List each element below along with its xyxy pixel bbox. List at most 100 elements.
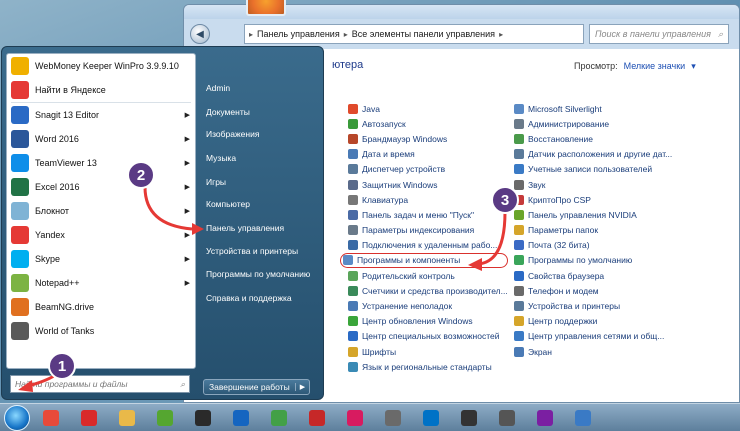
control-panel-item[interactable]: Защитник Windows bbox=[348, 177, 508, 192]
start-menu-program[interactable]: Блокнот ▶ bbox=[7, 199, 195, 223]
taskbar-button[interactable] bbox=[262, 406, 296, 430]
chevron-right-icon[interactable]: ▶ bbox=[185, 255, 190, 263]
start-menu-link[interactable]: Admin bbox=[206, 83, 230, 93]
start-menu-link[interactable]: Программы по умолчанию bbox=[206, 269, 310, 279]
start-menu-link[interactable]: Игры bbox=[206, 177, 226, 187]
chevron-right-icon[interactable]: ▶ bbox=[294, 383, 309, 391]
taskbar-button[interactable] bbox=[528, 406, 562, 430]
item-label: Диспетчер устройств bbox=[362, 164, 446, 175]
start-menu-program[interactable]: BeamNG.drive bbox=[7, 295, 195, 319]
taskbar-button[interactable] bbox=[72, 406, 106, 430]
control-panel-item[interactable]: Почта (32 бита) bbox=[514, 238, 672, 253]
control-panel-item[interactable]: Microsoft Silverlight bbox=[514, 101, 672, 116]
start-menu-link[interactable]: Музыка bbox=[206, 153, 236, 163]
control-panel-item[interactable]: Телефон и модем bbox=[514, 283, 672, 298]
start-menu-program[interactable]: Skype ▶ bbox=[7, 247, 195, 271]
control-panel-item[interactable]: Программы и компоненты bbox=[340, 252, 508, 269]
taskbar-button[interactable] bbox=[300, 406, 334, 430]
control-panel-item[interactable]: Учетные записи пользователей bbox=[514, 162, 672, 177]
control-panel-item[interactable]: Счетчики и средства производител... bbox=[348, 283, 508, 298]
start-menu-link[interactable]: Справка и поддержка bbox=[206, 293, 292, 303]
chevron-right-icon[interactable]: ▶ bbox=[185, 159, 190, 167]
start-menu-program[interactable]: WebMoney Keeper WinPro 3.9.9.10 bbox=[7, 54, 195, 78]
start-button[interactable] bbox=[4, 404, 30, 431]
breadcrumb-all-items[interactable]: Все элементы панели управления bbox=[352, 29, 495, 39]
item-icon bbox=[514, 179, 524, 190]
control-panel-item[interactable]: Дата и время bbox=[348, 147, 508, 162]
taskbar-button[interactable] bbox=[566, 406, 600, 430]
control-panel-item[interactable]: Центр обновления Windows bbox=[348, 314, 508, 329]
control-panel-item[interactable]: Подключения к удаленным рабо... bbox=[348, 238, 508, 253]
item-icon bbox=[348, 316, 358, 327]
start-menu-program[interactable]: Найти в Яндексе bbox=[7, 78, 195, 102]
taskbar-button[interactable] bbox=[376, 406, 410, 430]
chevron-right-icon[interactable]: ▶ bbox=[185, 111, 190, 119]
start-menu-link[interactable]: Документы bbox=[206, 107, 250, 117]
control-panel-item[interactable]: Панель задач и меню "Пуск" bbox=[348, 207, 508, 222]
shutdown-button[interactable]: Завершение работы ▶ bbox=[203, 379, 311, 395]
control-panel-item[interactable]: Программы по умолчанию bbox=[514, 253, 672, 268]
program-icon bbox=[11, 298, 29, 316]
start-search-input[interactable]: Найти программы и файлы ⌕ bbox=[10, 375, 190, 393]
start-menu-link[interactable]: Устройства и принтеры bbox=[206, 246, 298, 256]
control-panel-item[interactable]: Устройства и принтеры bbox=[514, 298, 672, 313]
taskbar-button[interactable] bbox=[34, 406, 68, 430]
control-panel-item[interactable]: Центр управления сетями и общ... bbox=[514, 329, 672, 344]
control-panel-item[interactable]: Шрифты bbox=[348, 344, 508, 359]
control-panel-item[interactable]: Экран bbox=[514, 344, 672, 359]
start-menu-link[interactable]: Изображения bbox=[206, 129, 259, 139]
taskbar-button[interactable] bbox=[110, 406, 144, 430]
control-panel-item[interactable]: Java bbox=[348, 101, 508, 116]
start-menu-program[interactable]: Yandex ▶ bbox=[7, 223, 195, 247]
control-panel-item[interactable]: Звук bbox=[514, 177, 672, 192]
control-panel-item[interactable]: Родительский контроль bbox=[348, 268, 508, 283]
taskbar-button[interactable] bbox=[414, 406, 448, 430]
control-panel-item[interactable]: Параметры папок bbox=[514, 223, 672, 238]
back-button[interactable]: ◀ bbox=[190, 24, 210, 44]
taskbar-button[interactable] bbox=[490, 406, 524, 430]
item-icon bbox=[348, 179, 358, 190]
chevron-right-icon[interactable]: ▶ bbox=[185, 231, 190, 239]
control-panel-item[interactable]: Автозапуск bbox=[348, 116, 508, 131]
page-title: ютера bbox=[332, 59, 364, 71]
control-panel-item[interactable]: Брандмауэр Windows bbox=[348, 131, 508, 146]
control-panel-item[interactable]: Датчик расположения и другие дат... bbox=[514, 147, 672, 162]
start-menu-program[interactable]: World of Tanks bbox=[7, 319, 195, 343]
control-panel-item[interactable]: Параметры индексирования bbox=[348, 223, 508, 238]
control-panel-item[interactable]: Клавиатура bbox=[348, 192, 508, 207]
user-picture[interactable] bbox=[246, 0, 286, 16]
control-panel-item[interactable]: КриптоПро CSP bbox=[514, 192, 672, 207]
chevron-right-icon[interactable]: ▶ bbox=[185, 183, 190, 191]
view-dropdown[interactable]: Мелкие значки bbox=[624, 61, 686, 72]
chevron-right-icon[interactable]: ▶ bbox=[185, 207, 190, 215]
taskbar-button[interactable] bbox=[186, 406, 220, 430]
chevron-down-icon[interactable]: ▾ bbox=[691, 61, 696, 72]
control-panel-item[interactable]: Язык и региональные стандарты bbox=[348, 359, 508, 374]
chevron-right-icon[interactable]: ▶ bbox=[185, 279, 190, 287]
taskbar-button[interactable] bbox=[452, 406, 486, 430]
start-menu-program[interactable]: Word 2016 ▶ bbox=[7, 127, 195, 151]
control-panel-item[interactable]: Диспетчер устройств bbox=[348, 162, 508, 177]
control-panel-item[interactable]: Центр поддержки bbox=[514, 314, 672, 329]
media-icon bbox=[195, 409, 211, 426]
taskbar-button[interactable] bbox=[148, 406, 182, 430]
control-panel-item[interactable]: Восстановление bbox=[514, 131, 672, 146]
start-menu-program[interactable]: Snagit 13 Editor ▶ bbox=[7, 103, 195, 127]
address-bar[interactable]: ▸ Панель управления ▸ Все элементы панел… bbox=[244, 24, 584, 44]
item-icon bbox=[514, 240, 524, 251]
breadcrumb-control-panel[interactable]: Панель управления bbox=[257, 29, 340, 39]
start-menu-link[interactable]: Панель управления bbox=[206, 223, 284, 233]
control-panel-item[interactable]: Свойства браузера bbox=[514, 268, 672, 283]
control-panel-item[interactable]: Администрирование bbox=[514, 116, 672, 131]
start-menu-program[interactable]: Excel 2016 ▶ bbox=[7, 175, 195, 199]
control-panel-item[interactable]: Центр специальных возможностей bbox=[348, 329, 508, 344]
control-panel-item[interactable]: Панель управления NVIDIA bbox=[514, 207, 672, 222]
start-menu-program[interactable]: TeamViewer 13 ▶ bbox=[7, 151, 195, 175]
control-panel-item[interactable]: Устранение неполадок bbox=[348, 298, 508, 313]
start-menu-link[interactable]: Компьютер bbox=[206, 199, 250, 209]
start-menu-program[interactable]: Notepad++ ▶ bbox=[7, 271, 195, 295]
taskbar-button[interactable] bbox=[338, 406, 372, 430]
control-panel-search-input[interactable]: Поиск в панели управления ⌕ bbox=[589, 24, 729, 44]
taskbar-button[interactable] bbox=[224, 406, 258, 430]
chevron-right-icon[interactable]: ▶ bbox=[185, 135, 190, 143]
